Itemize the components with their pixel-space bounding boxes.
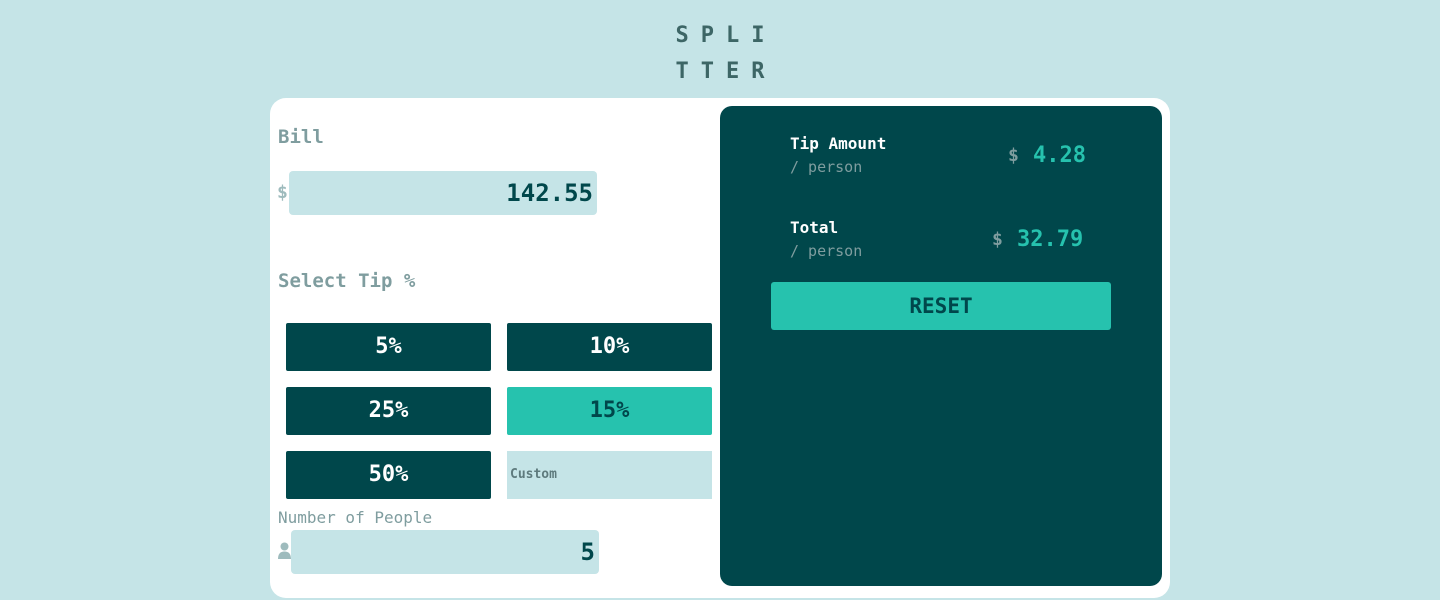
tip-amount-value: 4.28 <box>1033 143 1086 168</box>
tip-button-25[interactable]: 25% <box>286 387 491 435</box>
people-input[interactable]: 5 <box>291 530 599 574</box>
total-title: Total <box>790 218 839 237</box>
total-per-person: / person <box>790 242 863 260</box>
tip-button-15-selected[interactable]: 15% <box>507 387 712 435</box>
person-icon <box>278 542 291 563</box>
tip-amount-dollar-sign: $ <box>1008 145 1019 166</box>
tip-button-10[interactable]: 10% <box>507 323 712 371</box>
tip-amount-title: Tip Amount <box>790 134 887 153</box>
custom-tip-input[interactable]: Custom <box>507 451 712 499</box>
tip-button-50[interactable]: 50% <box>286 451 491 499</box>
calculator-card: Bill $ 142.55 Select Tip % 5% 10% 25% 15… <box>270 98 1170 598</box>
results-panel: Tip Amount / person $ 4.28 Total / perso… <box>720 106 1162 586</box>
logo-line-1: SPLI <box>675 23 777 48</box>
select-tip-label: Select Tip % <box>278 270 416 292</box>
bill-input[interactable]: 142.55 <box>289 171 597 215</box>
dollar-icon: $ <box>277 182 288 203</box>
logo-line-2: TTER <box>675 59 777 84</box>
tip-amount-per-person: / person <box>790 158 863 176</box>
reset-button[interactable]: RESET <box>771 282 1111 330</box>
total-dollar-sign: $ <box>992 229 1003 250</box>
app-logo: SPLI TTER <box>0 18 1440 90</box>
bill-label: Bill <box>278 126 324 148</box>
total-value: 32.79 <box>1017 227 1084 252</box>
tip-button-5[interactable]: 5% <box>286 323 491 371</box>
number-of-people-label: Number of People <box>278 508 433 527</box>
